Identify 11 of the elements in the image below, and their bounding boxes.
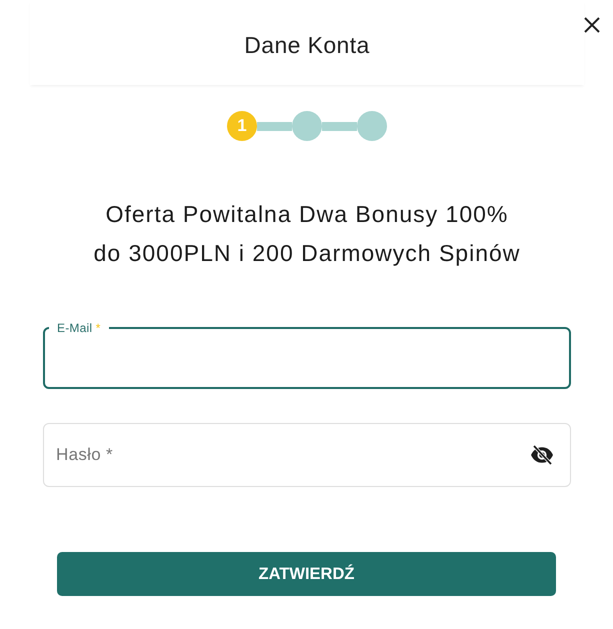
password-field[interactable]: Hasło * <box>43 423 571 487</box>
offer-headline: Oferta Powitalna Dwa Bonusy 100% do 3000PLN i 200 Darmowych Spinów <box>94 200 520 268</box>
submit-button[interactable]: ZATWIERDŹ <box>57 552 556 596</box>
step-indicator: 1 <box>227 111 257 141</box>
eye-slash-icon[interactable] <box>531 445 553 465</box>
step-connector <box>322 122 357 130</box>
field-label: E-Mail * <box>56 322 102 334</box>
close-icon[interactable] <box>584 17 600 33</box>
email-field[interactable]: E-Mail * <box>43 322 571 389</box>
step-connector <box>257 122 292 130</box>
dialog-title: Dane Konta <box>244 32 370 58</box>
